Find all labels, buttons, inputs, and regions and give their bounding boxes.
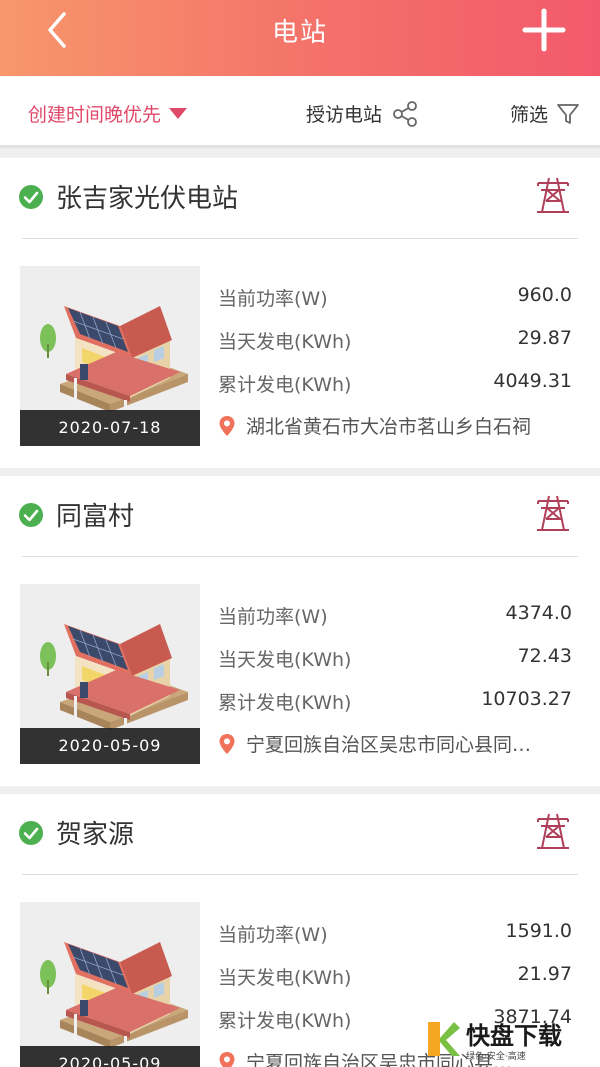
- check-circle-icon: [19, 185, 43, 209]
- current-power-label: 当前功率(W): [218, 606, 328, 628]
- station-photo[interactable]: 2020-05-09: [20, 902, 200, 1067]
- add-icon[interactable]: [522, 8, 566, 52]
- station-photo[interactable]: 2020-05-09: [20, 584, 200, 764]
- today-generation-value: 29.87: [517, 327, 572, 349]
- station-name: 同富村: [56, 502, 135, 532]
- total-generation-row: 累计发电(KWh) 4049.31: [218, 370, 572, 397]
- house-illustration: [40, 942, 188, 1058]
- transmission-tower-icon[interactable]: [534, 494, 572, 532]
- current-power-row: 当前功率(W) 4374.0: [218, 602, 572, 629]
- location-pin-icon: [219, 415, 235, 436]
- filter-label: 筛选: [510, 104, 549, 126]
- visit-label: 授访电站: [306, 104, 383, 126]
- today-generation-value: 21.97: [517, 963, 572, 985]
- page-title: 电站: [271, 18, 328, 48]
- today-generation-row: 当天发电(KWh) 21.97: [218, 963, 572, 990]
- station-name: 张吉家光伏电站: [56, 184, 239, 214]
- current-power-row: 当前功率(W) 1591.0: [218, 920, 572, 947]
- filter-toolbar: 创建时间晚优先 授访电站 筛选: [0, 76, 600, 148]
- today-generation-row: 当天发电(KWh) 29.87: [218, 327, 572, 354]
- check-circle-icon: [19, 503, 43, 527]
- address-text: 宁夏回族自治区吴忠市同心县同…: [246, 734, 532, 756]
- total-generation-label: 累计发电(KWh): [218, 1010, 352, 1032]
- current-power-label: 当前功率(W): [218, 288, 328, 310]
- total-generation-value: 4049.31: [493, 370, 572, 392]
- total-generation-label: 累计发电(KWh): [218, 374, 352, 396]
- today-generation-label: 当天发电(KWh): [218, 331, 352, 353]
- station-name: 贺家源: [56, 820, 135, 850]
- total-generation-value: 10703.27: [481, 688, 572, 710]
- app-header: 电站: [0, 0, 600, 76]
- location-pin-icon: [219, 733, 235, 754]
- brand-logo-icon: [428, 1021, 460, 1056]
- current-power-row: 当前功率(W) 960.0: [218, 284, 572, 311]
- today-generation-label: 当天发电(KWh): [218, 967, 352, 989]
- current-power-label: 当前功率(W): [218, 924, 328, 946]
- station-card[interactable]: 张吉家光伏电站 2020-07-18 当前功率(W) 960.0 当天发电(KW…: [0, 158, 600, 468]
- watermark-logo-text: 快盘下载: [466, 1021, 562, 1050]
- total-generation-label: 累计发电(KWh): [218, 692, 352, 714]
- current-power-value: 4374.0: [505, 602, 572, 624]
- station-address: 湖北省黄石市大冶市茗山乡白石祠: [218, 412, 572, 439]
- station-address: 宁夏回族自治区吴忠市同心县同…: [218, 730, 572, 757]
- station-date: 2020-05-09: [20, 728, 200, 764]
- station-date: 2020-07-18: [20, 410, 200, 446]
- visit-station-button[interactable]: 授访电站: [306, 100, 418, 127]
- address-text: 湖北省黄石市大冶市茗山乡白石祠: [246, 416, 532, 438]
- check-circle-icon: [19, 821, 43, 845]
- sort-label: 创建时间晚优先: [28, 104, 162, 126]
- transmission-tower-icon[interactable]: [534, 176, 572, 214]
- caret-down-icon: [169, 108, 188, 119]
- current-power-value: 960.0: [517, 284, 572, 306]
- transmission-tower-icon[interactable]: [534, 812, 572, 850]
- today-generation-value: 72.43: [517, 645, 572, 667]
- location-pin-icon: [219, 1051, 235, 1067]
- station-card[interactable]: 同富村 2020-05-09 当前功率(W) 4374.0 当天发电(KWh) …: [0, 476, 600, 786]
- card-divider: [22, 238, 578, 239]
- funnel-icon: [557, 103, 579, 124]
- station-date: 2020-05-09: [20, 1046, 200, 1067]
- site-watermark: 快盘下载 绿色·安全·高速: [424, 1010, 600, 1067]
- sort-dropdown[interactable]: 创建时间晚优先: [28, 100, 188, 127]
- card-divider: [22, 874, 578, 875]
- current-power-value: 1591.0: [505, 920, 572, 942]
- today-generation-label: 当天发电(KWh): [218, 649, 352, 671]
- filter-button[interactable]: 筛选: [510, 100, 580, 127]
- total-generation-row: 累计发电(KWh) 10703.27: [218, 688, 572, 715]
- today-generation-row: 当天发电(KWh) 72.43: [218, 645, 572, 672]
- share-icon: [393, 100, 417, 127]
- card-divider: [22, 556, 578, 557]
- station-photo[interactable]: 2020-07-18: [20, 266, 200, 446]
